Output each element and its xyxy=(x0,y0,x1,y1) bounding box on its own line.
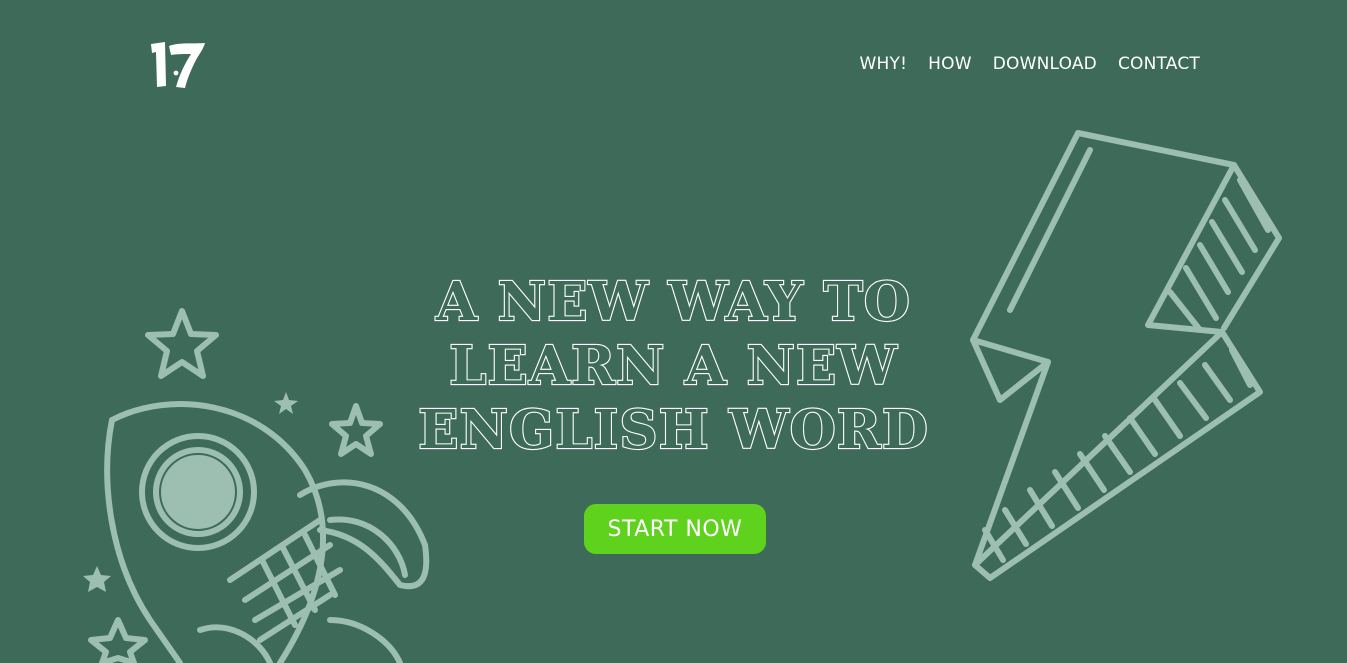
numeral-17-logo-icon xyxy=(151,42,205,88)
nav-link-how[interactable]: HOW xyxy=(928,52,972,76)
star-icon xyxy=(83,566,111,592)
hero-section: A NEW WAY TO LEARN A NEW ENGLISH WORD xyxy=(0,270,1347,462)
nav-link-download[interactable]: DOWNLOAD xyxy=(993,52,1097,76)
headline-line-2: LEARN A NEW xyxy=(448,334,898,398)
main-nav: WHY! HOW DOWNLOAD CONTACT xyxy=(860,52,1200,76)
nav-link-contact[interactable]: CONTACT xyxy=(1118,52,1200,76)
nav-link-why[interactable]: WHY! xyxy=(860,52,908,76)
headline-line-3: ENGLISH WORD xyxy=(417,398,929,462)
headline-line-1: A NEW WAY TO xyxy=(435,270,911,334)
hero-headline: A NEW WAY TO LEARN A NEW ENGLISH WORD xyxy=(414,270,934,462)
star-icon xyxy=(88,617,148,663)
brand-logo[interactable] xyxy=(149,40,207,90)
start-now-button[interactable]: START NOW xyxy=(584,504,766,554)
